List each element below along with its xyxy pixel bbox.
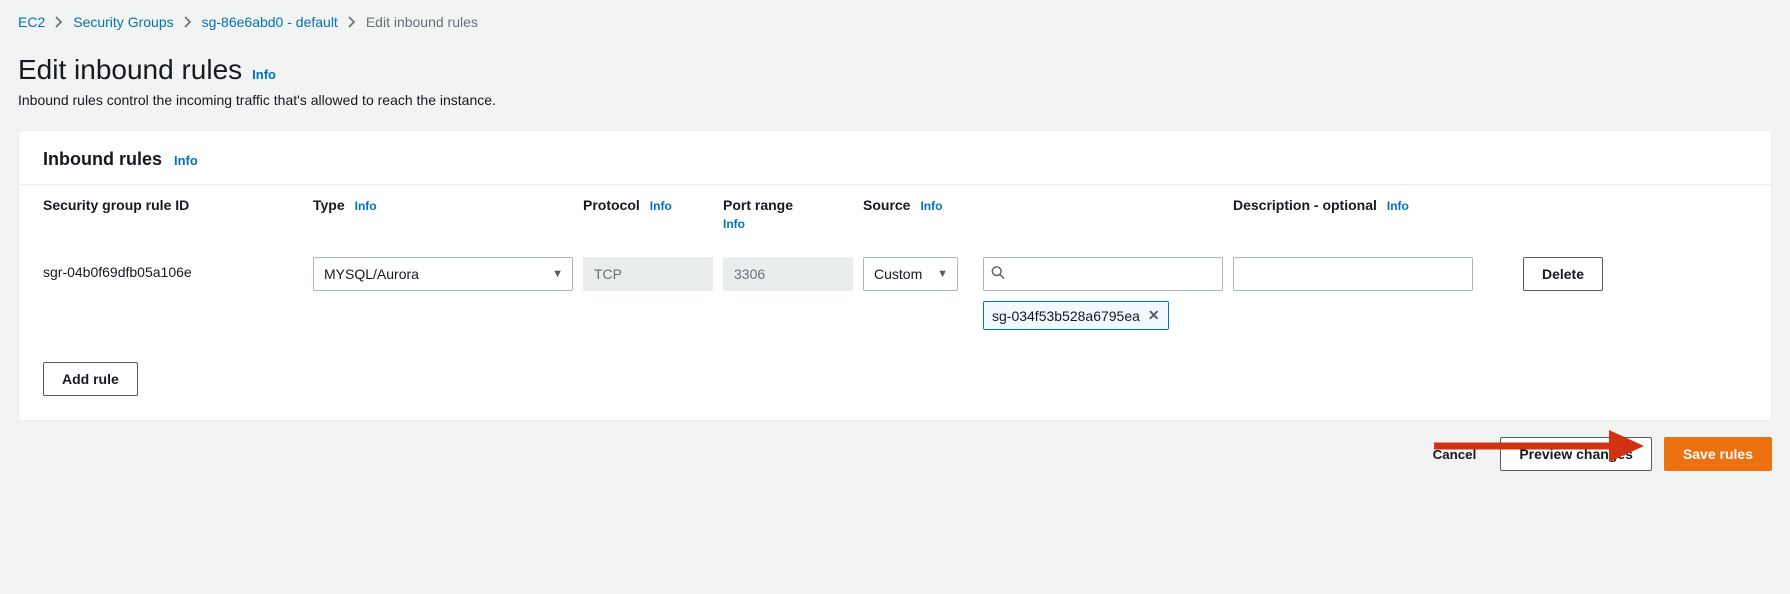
th-type-info[interactable]: Info — [355, 199, 377, 213]
remove-token-icon[interactable]: ✕ — [1148, 307, 1160, 324]
source-token: sg-034f53b528a6795ea ✕ — [983, 301, 1169, 330]
th-type: TypeInfo — [313, 197, 573, 213]
th-description-info[interactable]: Info — [1387, 199, 1409, 213]
chevron-right-icon — [184, 16, 192, 28]
source-mode-select-wrap: ▼ — [863, 257, 958, 291]
add-rule-button[interactable]: Add rule — [43, 362, 138, 396]
cell-rule-id: sgr-04b0f69dfb05a106e — [43, 257, 303, 280]
panel-title: Inbound rules — [43, 149, 162, 170]
delete-rule-button[interactable]: Delete — [1523, 257, 1603, 291]
breadcrumb: EC2 Security Groups sg-86e6abd0 - defaul… — [18, 14, 1772, 30]
type-select-wrap: ▼ — [313, 257, 573, 291]
breadcrumb-item-ec2[interactable]: EC2 — [18, 14, 45, 30]
inbound-rules-panel: Inbound rules Info Security group rule I… — [18, 130, 1772, 421]
th-description: Description - optionalInfo — [1233, 197, 1473, 213]
breadcrumb-item-sg[interactable]: sg-86e6abd0 - default — [202, 14, 338, 30]
save-rules-button[interactable]: Save rules — [1664, 437, 1772, 471]
th-protocol: ProtocolInfo — [583, 197, 713, 213]
th-protocol-info[interactable]: Info — [650, 199, 672, 213]
rules-table: Security group rule ID TypeInfo Protocol… — [19, 184, 1771, 344]
source-search-input[interactable] — [983, 257, 1223, 291]
chevron-right-icon — [55, 16, 63, 28]
th-source: SourceInfo — [863, 197, 973, 213]
port-range-input — [723, 257, 853, 291]
th-rule-id: Security group rule ID — [43, 197, 303, 213]
panel-title-info-link[interactable]: Info — [174, 153, 198, 168]
table-header: Security group rule ID TypeInfo Protocol… — [19, 184, 1771, 243]
table-row: sgr-04b0f69dfb05a106e ▼ ▼ — [19, 243, 1771, 344]
page-subtitle: Inbound rules control the incoming traff… — [18, 92, 1772, 108]
source-token-label: sg-034f53b528a6795ea — [992, 308, 1140, 324]
preview-changes-button[interactable]: Preview changes — [1500, 437, 1652, 471]
th-source-info[interactable]: Info — [920, 199, 942, 213]
description-input[interactable] — [1233, 257, 1473, 291]
source-search-wrap — [983, 257, 1223, 291]
chevron-right-icon — [348, 16, 356, 28]
breadcrumb-current: Edit inbound rules — [366, 14, 478, 30]
cancel-button[interactable]: Cancel — [1421, 447, 1489, 462]
th-port-range-info[interactable]: Info — [723, 217, 853, 231]
protocol-input — [583, 257, 713, 291]
breadcrumb-item-security-groups[interactable]: Security Groups — [73, 14, 173, 30]
page-title-info-link[interactable]: Info — [252, 67, 276, 82]
page-title: Edit inbound rules — [18, 54, 242, 86]
type-select[interactable] — [313, 257, 573, 291]
page-footer: Cancel Preview changes Save rules — [18, 421, 1772, 471]
th-port-range: Port range Info — [723, 197, 853, 231]
source-mode-select[interactable] — [863, 257, 958, 291]
